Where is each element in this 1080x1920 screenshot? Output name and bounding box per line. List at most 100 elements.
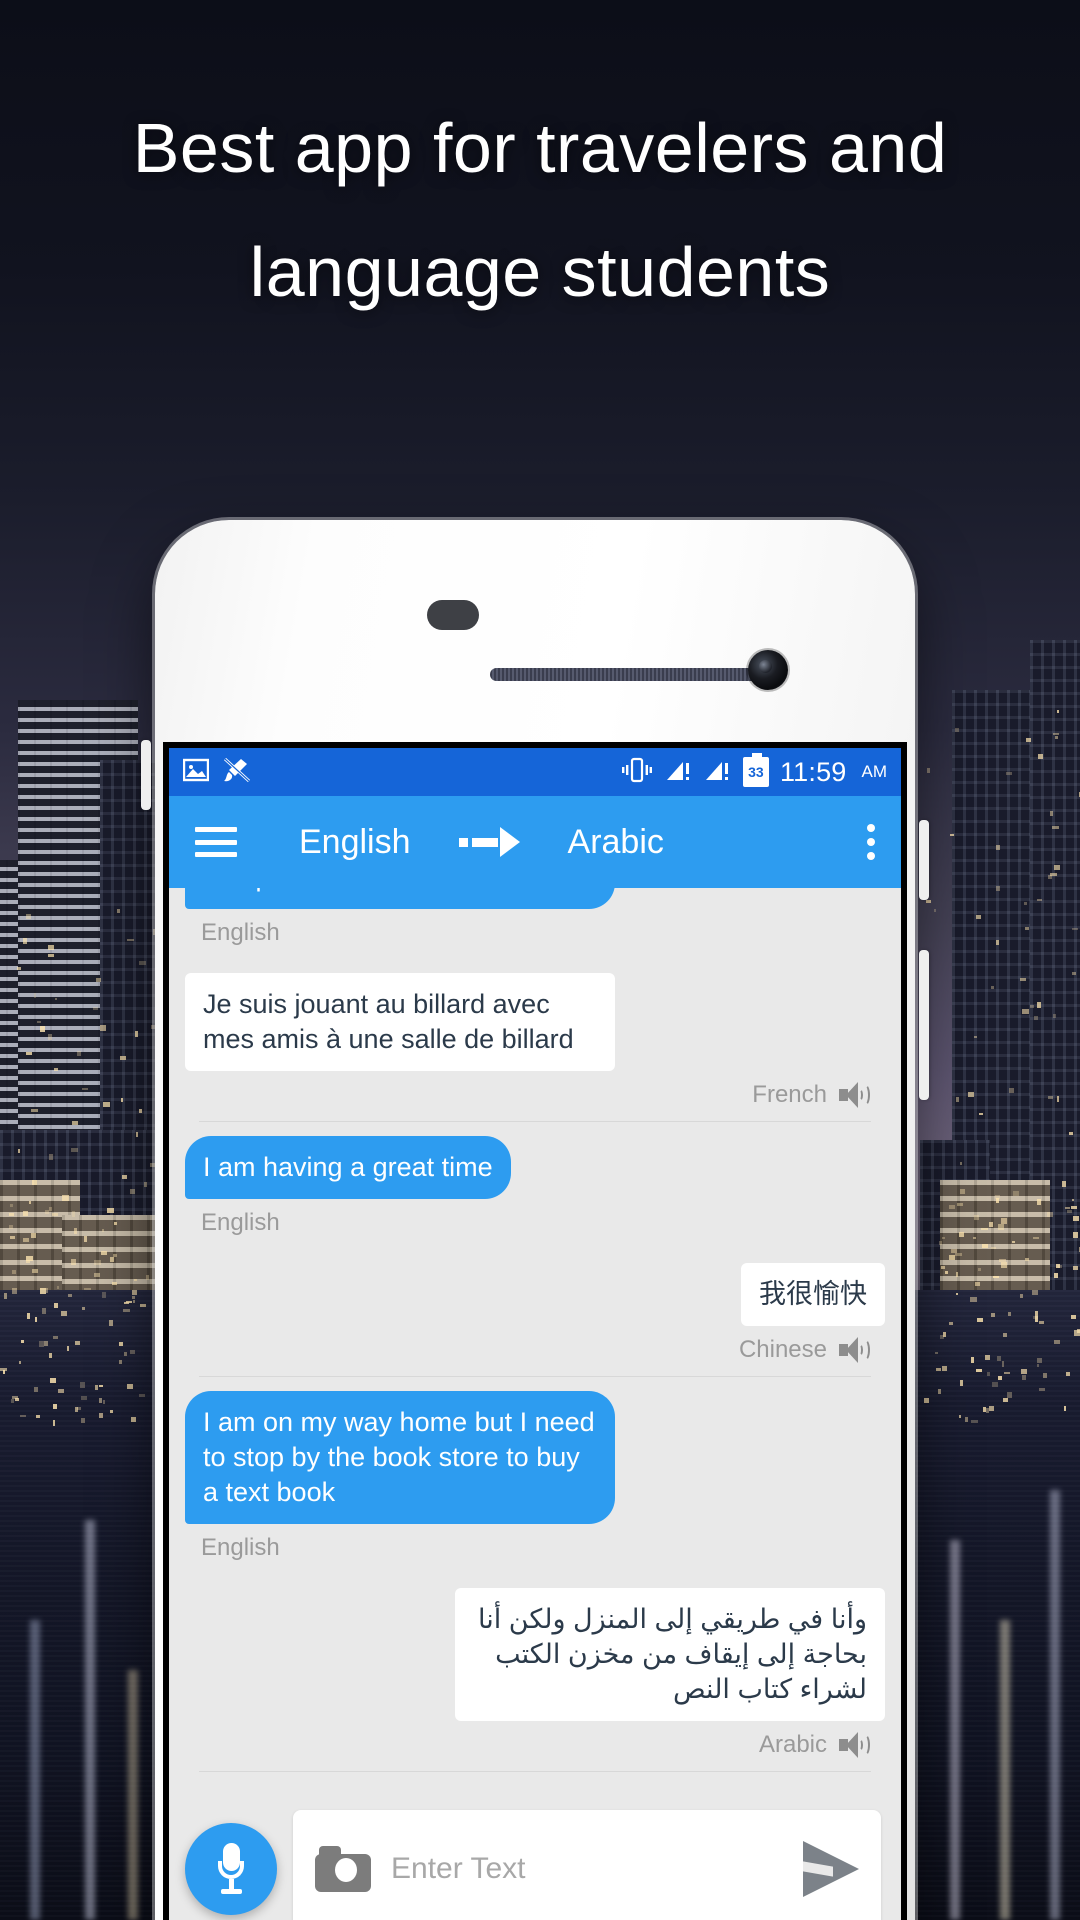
status-bar-ampm: AM: [862, 762, 888, 782]
window-light: [1053, 1014, 1056, 1018]
window-light: [960, 1162, 962, 1165]
window-light: [121, 1098, 123, 1101]
window-light: [58, 1389, 64, 1393]
window-light: [1002, 1361, 1005, 1367]
window-light: [102, 1292, 106, 1297]
window-light: [945, 1271, 948, 1274]
window-light: [959, 1415, 961, 1418]
window-light: [27, 1313, 30, 1319]
reflection-streak: [950, 1540, 960, 1920]
window-light: [101, 1251, 107, 1255]
message-bubble[interactable]: I am on my way home but I need to stop b…: [185, 1391, 615, 1524]
microphone-button[interactable]: [185, 1823, 277, 1915]
window-light: [938, 1389, 941, 1394]
window-light: [971, 1420, 978, 1423]
window-light: [1050, 811, 1053, 816]
window-light: [23, 1238, 29, 1243]
window-light: [998, 1376, 1002, 1379]
message-bubble[interactable]: وأنا في طريقي إلى المنزل ولكن أنا بحاجة …: [455, 1588, 885, 1721]
message-language-label: French: [185, 1071, 885, 1121]
window-light: [950, 834, 954, 836]
text-input-field[interactable]: Enter Text: [293, 1810, 881, 1920]
source-language-selector[interactable]: English: [299, 823, 411, 862]
kebab-menu-icon[interactable]: [867, 824, 875, 860]
window-light: [110, 1257, 114, 1262]
target-language-selector[interactable]: Arabic: [568, 823, 664, 862]
window-light: [935, 1352, 938, 1354]
window-light: [82, 1307, 85, 1310]
volume-button[interactable]: [919, 950, 929, 1100]
window-light: [1057, 710, 1059, 713]
hamburger-menu-icon[interactable]: [195, 827, 237, 857]
side-button-left[interactable]: [141, 740, 151, 810]
window-light: [53, 1420, 56, 1426]
message-bubble[interactable]: I am playing pool with my friends at a p…: [185, 888, 615, 909]
arrow-right-icon[interactable]: [459, 827, 520, 857]
window-light: [1039, 1321, 1044, 1324]
window-light: [112, 1282, 117, 1285]
window-light: [75, 1407, 77, 1412]
phone-screen: 33 11:59 AM English Arabic ¿Cuáles son t…: [163, 742, 907, 1920]
window-light: [1025, 927, 1028, 930]
proximity-sensor: [427, 600, 479, 630]
window-light: [61, 1311, 67, 1315]
window-light: [82, 1088, 88, 1090]
chat-message[interactable]: وأنا في طريقي إلى المنزل ولكن أنا بحاجة …: [169, 1574, 901, 1772]
chat-message[interactable]: Je suis jouant au billard avec mes amis …: [169, 959, 901, 1122]
window-light: [991, 1247, 996, 1249]
chat-list[interactable]: ¿Cuáles son tus planes para este fin de …: [169, 888, 901, 1772]
window-light: [84, 1236, 87, 1242]
window-light: [957, 1203, 962, 1206]
chat-message[interactable]: I am playing pool with my friends at a p…: [169, 888, 901, 959]
chat-message[interactable]: I am having a great time English: [169, 1122, 901, 1249]
window-light: [1055, 736, 1058, 739]
window-light: [81, 1418, 85, 1423]
speaker-icon[interactable]: [839, 1732, 869, 1758]
window-light: [103, 1400, 105, 1404]
window-light: [1062, 1181, 1067, 1187]
window-light: [62, 1195, 69, 1201]
window-light: [1064, 1406, 1066, 1411]
power-button[interactable]: [919, 820, 929, 900]
window-light: [1054, 865, 1060, 870]
window-light: [130, 1350, 135, 1354]
window-light: [1072, 1199, 1074, 1201]
window-light: [976, 1369, 981, 1372]
window-light: [965, 1417, 968, 1422]
window-light: [959, 1232, 964, 1238]
window-light: [126, 1301, 132, 1303]
send-button[interactable]: [803, 1841, 859, 1897]
window-light: [1073, 1216, 1079, 1220]
message-bubble[interactable]: Je suis jouant au billard avec mes amis …: [185, 973, 615, 1071]
window-light: [1022, 1375, 1027, 1379]
camera-icon[interactable]: [315, 1846, 371, 1892]
window-light: [991, 1313, 995, 1317]
window-light: [1071, 1206, 1077, 1209]
window-light: [123, 1309, 130, 1313]
window-light: [939, 1241, 942, 1245]
speaker-icon[interactable]: [839, 1337, 869, 1363]
window-light: [19, 1361, 22, 1363]
speaker-icon[interactable]: [839, 1082, 869, 1108]
window-light: [999, 1259, 1006, 1263]
window-light: [10, 1236, 14, 1239]
window-light: [1024, 902, 1027, 905]
window-light: [29, 1201, 31, 1204]
window-light: [144, 1182, 147, 1187]
battery-level: 33: [748, 764, 764, 780]
window-light: [973, 1237, 976, 1240]
window-light: [1001, 1262, 1007, 1268]
message-language-label: English: [185, 1199, 885, 1249]
earpiece-speaker: [490, 668, 760, 681]
window-light: [1048, 1096, 1053, 1099]
image-icon: [183, 758, 209, 787]
chat-message[interactable]: 我很愉快 Chinese: [169, 1249, 901, 1377]
window-light: [67, 1346, 70, 1351]
headline-line-1: Best app for travelers and: [0, 86, 1080, 210]
window-light: [46, 1288, 48, 1293]
window-light: [44, 1341, 48, 1346]
chat-message[interactable]: I am on my way home but I need to stop b…: [169, 1377, 901, 1574]
message-bubble[interactable]: I am having a great time: [185, 1136, 511, 1199]
message-bubble[interactable]: 我很愉快: [741, 1263, 885, 1326]
message-language-label: English: [185, 909, 885, 959]
